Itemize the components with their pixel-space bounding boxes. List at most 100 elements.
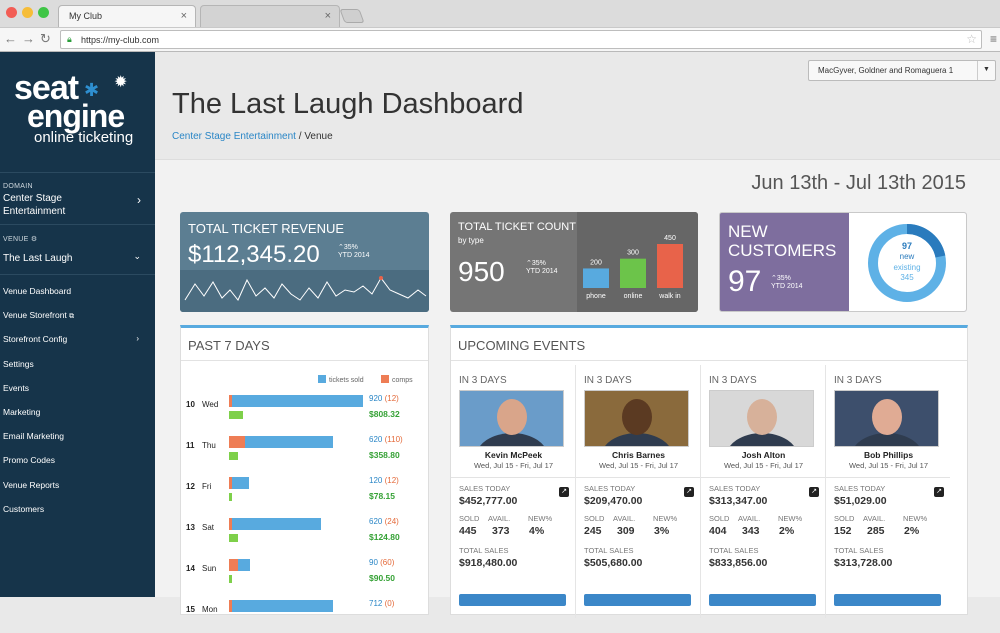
tab-close-icon[interactable]: × — [325, 10, 331, 22]
nav-label: Settings — [3, 359, 34, 369]
reload-icon[interactable]: ↻ — [40, 31, 51, 47]
comps-value: (60) — [380, 558, 394, 567]
revenue-bar — [229, 411, 243, 419]
count-by-type-chart: 200phone300online450walk in — [577, 212, 698, 312]
day-row: 15Mon712 (0) — [181, 593, 430, 633]
tab-close-icon[interactable]: × — [181, 10, 187, 22]
settings-gear-icon[interactable]: ⚙ — [31, 236, 38, 243]
sidebar-item-venue-storefront[interactable]: Venue Storefront ⧉ — [0, 303, 155, 327]
day-row: 10Wed920 (12)$808.32 — [181, 388, 430, 428]
performer-name[interactable]: Chris Barnes — [576, 450, 701, 460]
external-link-icon[interactable]: ↗ — [559, 487, 569, 497]
sidebar-item-customers[interactable]: Customers — [0, 497, 155, 521]
performer-name[interactable]: Kevin McPeek — [451, 450, 576, 460]
sidebar-item-venue-reports[interactable]: Venue Reports — [0, 473, 155, 497]
performer-photo[interactable] — [459, 390, 564, 447]
event-card[interactable]: IN 3 DAYSChris BarnesWed, Jul 15 - Fri, … — [576, 365, 701, 618]
day-of-week: Wed — [202, 400, 218, 409]
performer-name[interactable]: Josh Alton — [701, 450, 826, 460]
sidebar-item-email-marketing[interactable]: Email Marketing — [0, 424, 155, 448]
legend-sold: tickets sold — [318, 375, 364, 384]
breadcrumb: Center Stage Entertainment / Venue — [172, 131, 333, 142]
sidebar-item-storefront-config[interactable]: Storefront Config› — [0, 327, 155, 351]
page-title: The Last Laugh Dashboard — [172, 88, 523, 121]
day-label: 14Sun — [186, 564, 216, 573]
event-action-button[interactable] — [459, 594, 566, 606]
donut-new-label: new — [900, 252, 915, 261]
breadcrumb-separator: / — [299, 131, 302, 142]
sales-today-value: $452,777.00 — [459, 495, 517, 507]
browser-menu-icon[interactable]: ≡ — [990, 32, 997, 46]
main-content: The Last Laugh Dashboard Center Stage En… — [155, 52, 1000, 597]
performer-silhouette — [460, 391, 564, 447]
url-bar[interactable]: 🔒︎ https://my-club.com ☆ — [60, 30, 982, 49]
new-tab-button[interactable] — [339, 9, 364, 23]
bar-category-label: online — [624, 293, 643, 300]
close-window-button[interactable] — [6, 7, 17, 18]
sold-bar — [232, 518, 320, 530]
sidebar-item-marketing[interactable]: Marketing — [0, 400, 155, 424]
forward-arrow-icon[interactable]: → — [22, 31, 35, 46]
organization-select[interactable]: MacGyver, Goldner and Romaguera 1 ▼ — [808, 60, 996, 81]
domain-label: DOMAIN — [3, 183, 155, 190]
event-countdown: IN 3 DAYS — [709, 375, 757, 386]
sold-bar — [238, 559, 251, 571]
comps-value: (12) — [385, 394, 399, 403]
nav-label: Venue Dashboard — [3, 286, 71, 296]
performer-photo[interactable] — [709, 390, 814, 447]
maximize-window-button[interactable] — [38, 7, 49, 18]
total-sales-label: TOTAL SALES — [834, 546, 883, 555]
sold-value: 712 — [369, 599, 382, 608]
event-action-button[interactable] — [584, 594, 691, 606]
app-layout: seat engine online ticketing ✱ ✹ DOMAIN … — [0, 52, 1000, 597]
external-link-icon[interactable]: ↗ — [809, 487, 819, 497]
minimize-window-button[interactable] — [22, 7, 33, 18]
sales-today-value: $209,470.00 — [584, 495, 642, 507]
nav-label: Email Marketing — [3, 431, 64, 441]
performer-name[interactable]: Bob Phillips — [826, 450, 951, 460]
external-link-icon[interactable]: ↗ — [684, 487, 694, 497]
past-7-days-panel: PAST 7 DAYS tickets sold comps 10Wed920 … — [180, 325, 429, 615]
customers-title: NEW CUSTOMERS — [728, 222, 838, 260]
sidebar-item-venue-dashboard[interactable]: Venue Dashboard — [0, 279, 155, 303]
sold-value: 90 — [369, 558, 378, 567]
brand-logo[interactable]: seat engine online ticketing ✱ ✹ — [0, 52, 155, 172]
divider — [701, 477, 825, 478]
venue-selector[interactable]: VENUE ⚙ The Last Laugh ⌄ — [0, 224, 155, 274]
event-action-button[interactable] — [709, 594, 816, 606]
browser-tab-inactive[interactable]: × — [200, 5, 340, 27]
nav-label: Events — [3, 383, 29, 393]
event-card[interactable]: IN 3 DAYSKevin McPeekWed, Jul 15 - Fri, … — [451, 365, 576, 618]
total-sales-value: $313,728.00 — [834, 557, 892, 569]
divider — [576, 477, 700, 478]
revenue-value: $90.50 — [369, 573, 395, 583]
sold-value: 404 — [709, 525, 727, 537]
back-arrow-icon[interactable]: ← — [4, 31, 17, 46]
sidebar-item-settings[interactable]: Settings — [0, 352, 155, 376]
external-link-icon[interactable]: ↗ — [934, 487, 944, 497]
performer-photo[interactable] — [584, 390, 689, 447]
event-action-button[interactable] — [834, 594, 941, 606]
donut-new-value: 97 — [902, 241, 912, 251]
sidebar-item-promo-codes[interactable]: Promo Codes — [0, 448, 155, 472]
caret-down-icon: ▼ — [977, 61, 995, 80]
customers-donut-svg: 97 new existing 345 — [849, 213, 967, 312]
date-range[interactable]: Jun 13th - Jul 13th 2015 — [751, 172, 966, 195]
browser-tab-active[interactable]: My Club × — [58, 5, 196, 27]
event-card[interactable]: IN 3 DAYSJosh AltonWed, Jul 15 - Fri, Ju… — [701, 365, 826, 618]
bookmark-star-icon[interactable]: ☆ — [966, 32, 977, 46]
nav-label: Storefront Config — [3, 334, 67, 344]
sold-value: 920 — [369, 394, 382, 403]
breadcrumb-link[interactable]: Center Stage Entertainment — [172, 131, 296, 142]
performer-photo[interactable] — [834, 390, 939, 447]
sales-today-value: $313,347.00 — [709, 495, 767, 507]
growth-period: YTD 2014 — [526, 268, 558, 275]
event-card[interactable]: IN 3 DAYSBob PhillipsWed, Jul 15 - Fri, … — [826, 365, 951, 618]
domain-selector[interactable]: DOMAIN Center Stage Entertainment › — [0, 172, 155, 224]
avail-value: 285 — [867, 525, 885, 537]
day-number: 13 — [186, 523, 202, 532]
day-number: 12 — [186, 482, 202, 491]
sales-today-label: SALES TODAY — [709, 484, 760, 493]
sidebar-item-events[interactable]: Events — [0, 376, 155, 400]
customers-donut: 97 new existing 345 — [849, 213, 967, 312]
